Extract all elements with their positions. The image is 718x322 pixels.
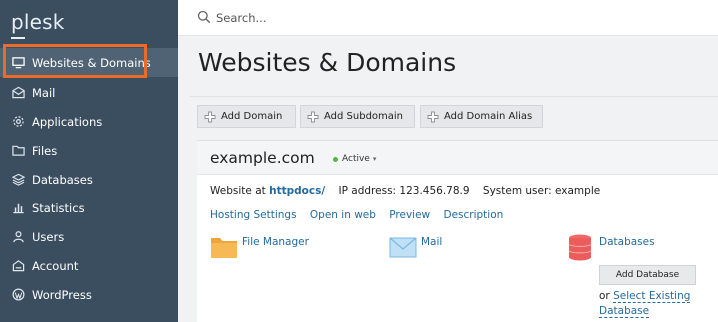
add-database-button[interactable]: Add Database	[599, 265, 696, 285]
sidebar-item-applications[interactable]: Applications	[0, 107, 178, 136]
chevron-down-icon: ▾	[372, 155, 377, 163]
plus-icon	[427, 111, 439, 122]
sidebar-item-label: Applications	[32, 114, 103, 129]
gear-icon	[11, 115, 25, 129]
or-text: or	[599, 290, 610, 302]
sidebar-item-databases[interactable]: Databases	[0, 165, 178, 194]
wordpress-icon	[11, 288, 25, 302]
mail-label[interactable]: Mail	[421, 236, 442, 248]
file-manager-tool[interactable]: File Manager	[210, 233, 309, 261]
description-link[interactable]: Description	[443, 209, 503, 221]
sidebar-item-mail[interactable]: Mail	[0, 78, 178, 107]
sidebar-item-label: Users	[32, 229, 65, 244]
logo-underline	[11, 37, 25, 39]
domain-info: Website at httpdocs/ IP address: 123.456…	[210, 185, 600, 197]
add-subdomain-button[interactable]: Add Subdomain	[300, 105, 415, 128]
page-title: Websites & Domains	[198, 48, 457, 77]
status-label: Active	[342, 154, 370, 164]
file-manager-label[interactable]: File Manager	[242, 236, 309, 248]
search-bar	[178, 0, 718, 36]
databases-tool[interactable]: Databases	[567, 233, 655, 261]
mail-tool[interactable]: Mail	[389, 233, 442, 261]
domain-card-header: example.com Active ▾	[197, 141, 718, 175]
sidebar-item-wordpress[interactable]: WordPress	[0, 280, 178, 309]
add-subdomain-label: Add Subdomain	[324, 111, 404, 122]
sidebar-item-files[interactable]: Files	[0, 136, 178, 165]
sidebar-item-label: Databases	[32, 172, 93, 187]
divider	[190, 96, 718, 97]
user-icon	[11, 230, 25, 244]
open-in-web-link[interactable]: Open in web	[310, 209, 376, 221]
add-domain-alias-label: Add Domain Alias	[444, 111, 533, 122]
search-icon	[197, 10, 211, 24]
search-input[interactable]	[216, 8, 516, 28]
plus-icon	[307, 111, 319, 122]
status-dot	[333, 156, 338, 162]
plesk-logo[interactable]: plesk	[11, 10, 65, 39]
folder-icon	[11, 144, 25, 158]
sidebar-item-label: Mail	[32, 85, 56, 100]
highlight-annotation	[3, 44, 147, 78]
envelope-icon	[389, 237, 417, 258]
main-content: Websites & Domains Add Domain Add Subdom…	[178, 36, 718, 322]
logo-text: plesk	[11, 10, 65, 34]
database-icon	[568, 234, 592, 261]
ip-value: 123.456.78.9	[399, 185, 470, 197]
bar-chart-icon	[11, 201, 25, 215]
select-existing-database-link[interactable]: Select Existing Database	[599, 290, 691, 318]
ip-label: IP address:	[338, 185, 397, 197]
sidebar-item-account[interactable]: Account	[0, 251, 178, 280]
hosting-settings-link[interactable]: Hosting Settings	[210, 209, 297, 221]
sidebar-item-label: Statistics	[32, 200, 85, 215]
sidebar-item-statistics[interactable]: Statistics	[0, 193, 178, 222]
sidebar: plesk Websites & Domains Mail Applicatio…	[0, 0, 178, 322]
account-icon	[11, 259, 25, 273]
mail-icon	[11, 86, 25, 100]
domain-name[interactable]: example.com	[210, 149, 315, 167]
website-at-label: Website at	[210, 185, 266, 197]
domain-links: Hosting Settings Open in web Preview Des…	[210, 209, 513, 221]
add-domain-alias-button[interactable]: Add Domain Alias	[420, 105, 543, 128]
sidebar-item-label: WordPress	[32, 287, 92, 302]
plus-icon	[204, 111, 216, 122]
databases-label[interactable]: Databases	[599, 236, 655, 248]
add-domain-button[interactable]: Add Domain	[197, 105, 296, 128]
layers-icon	[11, 173, 25, 187]
add-domain-label: Add Domain	[221, 111, 283, 122]
system-user-value: example	[555, 185, 601, 197]
preview-link[interactable]: Preview	[389, 209, 430, 221]
folder-icon	[211, 238, 237, 258]
sidebar-item-label: Account	[32, 258, 79, 273]
sidebar-item-users[interactable]: Users	[0, 222, 178, 251]
domain-card: example.com Active ▾ Website at httpdocs…	[197, 140, 718, 322]
system-user-label: System user:	[482, 185, 552, 197]
select-existing-db: or Select Existing Database	[599, 289, 709, 319]
docroot-link[interactable]: httpdocs/	[269, 185, 325, 197]
status-dropdown[interactable]: Active ▾	[333, 154, 376, 164]
sidebar-item-label: Files	[32, 143, 58, 158]
